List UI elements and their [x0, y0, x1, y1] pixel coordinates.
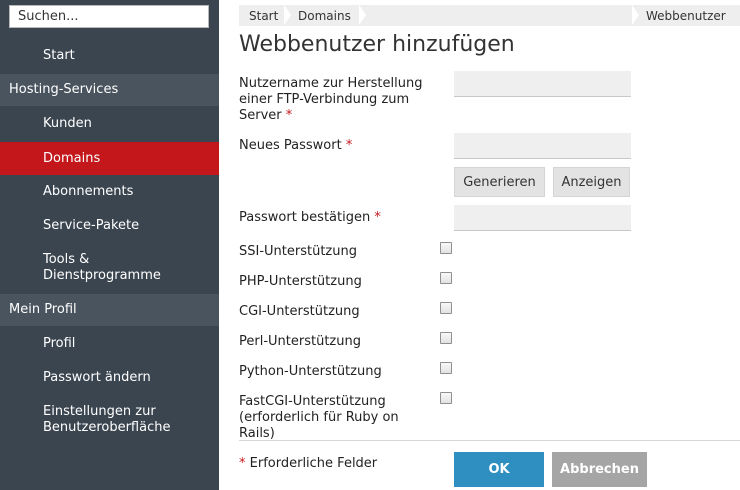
- sidebar-group-mein-profil[interactable]: Mein Profil: [0, 294, 219, 326]
- required-marker: *: [345, 138, 353, 153]
- sidebar-item-abonnements[interactable]: Abonnements: [0, 176, 219, 208]
- breadcrumb-start[interactable]: Start: [239, 5, 291, 26]
- chevron-right-icon: [359, 5, 366, 25]
- confirm-password-input[interactable]: [454, 205, 631, 231]
- sidebar-item-label: Passwort ändern: [43, 370, 151, 385]
- sidebar-item-label: Tools & Dienstprogramme: [43, 252, 161, 283]
- sidebar-item-service-pakete[interactable]: Service-Pakete: [0, 210, 219, 242]
- sidebar: Start Hosting-Services Kunden Domains Ab…: [0, 0, 219, 490]
- sidebar-item-label: Kunden: [43, 116, 92, 131]
- sidebar-item-passwort-aendern[interactable]: Passwort ändern: [0, 362, 219, 394]
- required-fields-note: * Erforderliche Felder: [239, 456, 378, 471]
- breadcrumb-label: Webbenutzer: [646, 8, 726, 23]
- new-password-label: Neues Passwort *: [239, 138, 353, 153]
- breadcrumb: Start Domains Webbenutzer: [239, 5, 740, 26]
- required-marker: *: [285, 108, 293, 123]
- python-label: Python-Unterstützung: [239, 364, 382, 379]
- username-input[interactable]: [454, 71, 631, 97]
- confirm-password-label: Passwort bestätigen *: [239, 210, 381, 225]
- fastcgi-label: FastCGI-Unterstützung (erforderlich für …: [239, 394, 399, 441]
- sidebar-item-label: Start: [43, 48, 75, 63]
- new-password-input[interactable]: [454, 133, 631, 159]
- fastcgi-checkbox[interactable]: [440, 392, 452, 404]
- sidebar-item-einstellungen[interactable]: Einstellungen zur Benutzeroberfläche: [0, 396, 219, 444]
- sidebar-item-kunden[interactable]: Kunden: [0, 108, 219, 140]
- cgi-checkbox[interactable]: [440, 302, 452, 314]
- sidebar-item-tools[interactable]: Tools & Dienstprogramme: [0, 244, 219, 292]
- php-checkbox[interactable]: [440, 272, 452, 284]
- perl-label: Perl-Unterstützung: [239, 334, 361, 349]
- breadcrumb-label: Domains: [298, 8, 351, 23]
- sidebar-group-label: Mein Profil: [9, 302, 77, 317]
- search-input[interactable]: [10, 6, 208, 27]
- sidebar-item-label: Profil: [43, 336, 76, 351]
- breadcrumb-domains[interactable]: Domains: [288, 5, 366, 26]
- show-password-button[interactable]: Anzeigen: [553, 167, 630, 197]
- cgi-label: CGI-Unterstützung: [239, 304, 360, 319]
- sidebar-item-label: Service-Pakete: [43, 218, 140, 233]
- ssi-label: SSI-Unterstützung: [239, 244, 357, 259]
- sidebar-group-hosting-services[interactable]: Hosting-Services: [0, 74, 219, 106]
- form-divider: [239, 440, 740, 441]
- sidebar-item-label: Abonnements: [43, 184, 134, 199]
- python-checkbox[interactable]: [440, 362, 452, 374]
- username-label: Nutzername zur Herstellung einer FTP-Ver…: [239, 76, 423, 123]
- sidebar-item-label: Einstellungen zur Benutzeroberfläche: [43, 404, 171, 435]
- search-box[interactable]: [9, 5, 209, 28]
- ssi-checkbox[interactable]: [440, 242, 452, 254]
- breadcrumb-current: Webbenutzer: [632, 5, 740, 26]
- ok-button[interactable]: OK: [454, 452, 544, 487]
- sidebar-item-domains[interactable]: Domains: [0, 142, 219, 175]
- sidebar-item-label: Domains: [43, 150, 101, 166]
- sidebar-item-start[interactable]: Start: [0, 40, 219, 72]
- required-marker: *: [374, 210, 381, 225]
- php-label: PHP-Unterstützung: [239, 274, 362, 289]
- chevron-right-icon: [632, 5, 639, 25]
- sidebar-group-label: Hosting-Services: [9, 82, 119, 97]
- sidebar-item-profil[interactable]: Profil: [0, 328, 219, 360]
- required-marker: *: [239, 456, 246, 471]
- generate-button[interactable]: Generieren: [454, 167, 545, 197]
- cancel-button[interactable]: Abbrechen: [552, 452, 647, 487]
- perl-checkbox[interactable]: [440, 332, 452, 344]
- breadcrumb-label: Start: [249, 8, 279, 23]
- page-title: Webbenutzer hinzufügen: [239, 32, 515, 57]
